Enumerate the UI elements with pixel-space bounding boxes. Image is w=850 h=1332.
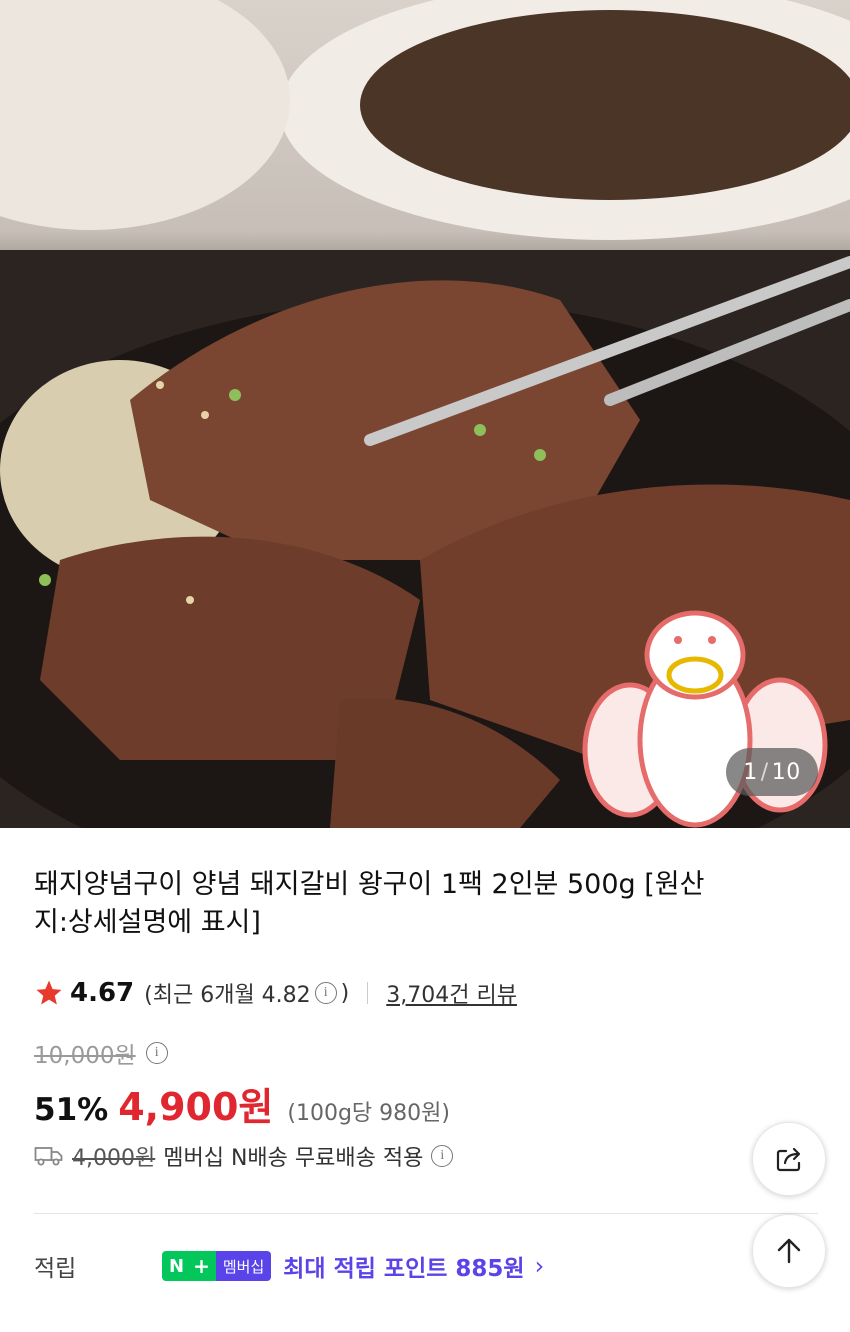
star-icon <box>36 980 62 1005</box>
share-icon <box>776 1147 801 1172</box>
product-photo <box>0 0 850 828</box>
share-button[interactable] <box>752 1122 826 1196</box>
info-icon[interactable]: i <box>314 982 337 1004</box>
shipping-row: 4,000원 멤버십 N배송 무료배송 적용 i <box>34 1140 457 1172</box>
chevron-right-icon: › <box>534 1252 545 1280</box>
shipping-note: 멤버십 N배송 무료배송 적용 <box>163 1146 424 1171</box>
recent-rating-text: (최근 6개월 4.82 <box>144 983 311 1008</box>
shipping-info-icon[interactable]: i <box>431 1145 454 1167</box>
max-points-link[interactable]: 최대 적립 포인트 885원 › <box>283 1249 544 1283</box>
badge-n: N <box>162 1251 192 1281</box>
product-title: 돼지양념구이 양념 돼지갈비 왕구이 1팩 2인분 500g [원산지:상세설명… <box>34 869 705 938</box>
rating-row: 4.67 (최근 6개월 4.82 i ) 3,704건 리뷰 <box>34 976 517 1010</box>
rating-score: 4.67 <box>70 978 135 1008</box>
divider <box>367 982 369 1004</box>
image-counter-separator: / <box>760 759 769 785</box>
review-count-link[interactable]: 3,704건 리뷰 <box>386 977 517 1009</box>
points-label: 적립 <box>34 1256 77 1282</box>
image-counter: 1 / 10 <box>726 748 818 796</box>
unit-price: (100g당 980원) <box>287 1101 450 1126</box>
image-counter-current: 1 <box>743 759 758 785</box>
naver-plus-membership-badge: N + 멤버십 <box>162 1251 272 1281</box>
original-price-row: 10,000원 i <box>34 1036 172 1070</box>
badge-membership: 멤버십 <box>215 1251 272 1281</box>
shipping-fee: 4,000원 <box>72 1146 156 1171</box>
points-row[interactable]: 적립 N + 멤버십 최대 적립 포인트 885원 › <box>34 1246 734 1286</box>
truck-icon <box>34 1147 63 1166</box>
badge-plus: + <box>191 1251 216 1281</box>
sale-price: 4,900원 <box>118 1085 274 1129</box>
price-info-icon[interactable]: i <box>145 1042 168 1064</box>
sale-price-row: 51% 4,900원 (100g당 980원) <box>34 1076 450 1131</box>
max-points-text: 최대 적립 포인트 885원 <box>283 1256 525 1282</box>
image-counter-total: 10 <box>771 759 801 785</box>
product-image[interactable]: 1 / 10 <box>0 0 850 828</box>
recent-rating: (최근 6개월 4.82 i ) <box>144 977 349 1009</box>
discount-rate: 51% <box>34 1092 109 1128</box>
recent-rating-close: ) <box>340 980 350 1006</box>
arrow-up-icon <box>777 1238 801 1264</box>
section-divider <box>34 1213 818 1214</box>
scroll-top-button[interactable] <box>752 1214 826 1288</box>
original-price: 10,000원 <box>34 1043 136 1069</box>
